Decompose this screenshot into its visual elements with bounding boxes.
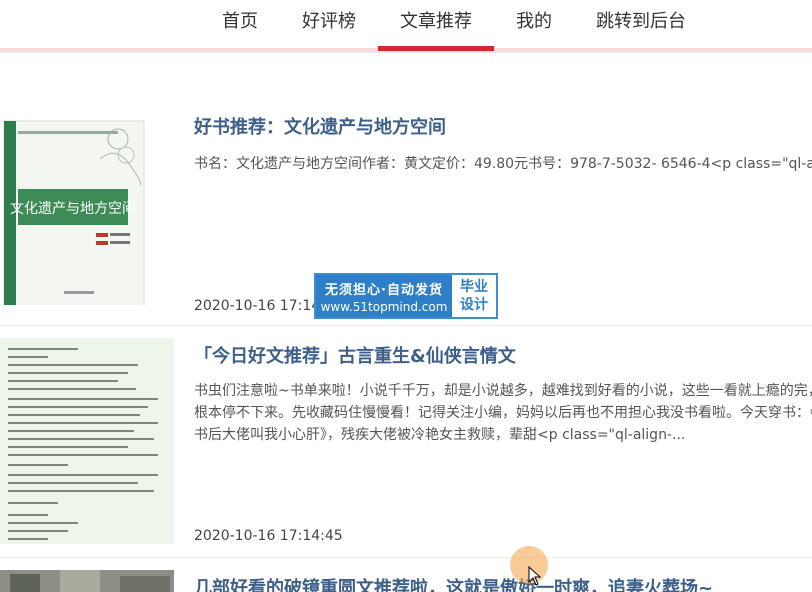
article-summary: 书名：文化遗产与地方空间作者：黄文定价：49.80元书号：978-7-5032-…: [194, 156, 812, 172]
article-title[interactable]: 「今日好文推荐」古言重生&仙侠言情文: [194, 342, 516, 368]
watermark-slogan: 无须担心·自动发货: [325, 282, 443, 298]
article-item[interactable]: 几部好看的破镜重圆文推荐啦，这就是傲娇一时爽，追妻火葬场~: [0, 558, 812, 592]
article-title[interactable]: 好书推荐：文化遗产与地方空间: [194, 113, 446, 139]
mouse-cursor-icon: [528, 566, 542, 586]
watermark-word-2: 设计: [460, 297, 488, 313]
article-thumbnail[interactable]: [0, 338, 174, 544]
nav-item-home[interactable]: 首页: [200, 0, 280, 44]
article-list: 文化遗产与地方空间 好书推荐：文化遗产与地方空间 书名：文化遗产与地方空间作者：…: [0, 53, 812, 592]
article-summary: 书虫们注意啦~书单来啦！小说千千万，却是小说越多，越难找到好看的小说，这些一看就…: [194, 383, 812, 443]
book-cover-title: 文化遗产与地方空间: [10, 201, 136, 217]
watermark-left: 无须担心·自动发货 www.51topmind.com: [316, 275, 452, 317]
watermark-word-1: 毕业: [460, 279, 488, 295]
nav-item-article-recommend[interactable]: 文章推荐: [378, 0, 494, 52]
watermark-url: www.51topmind.com: [320, 299, 448, 314]
article-item[interactable]: 「今日好文推荐」古言重生&仙侠言情文 书虫们注意啦~书单来啦！小说千千万，却是小…: [0, 326, 812, 558]
article-thumbnail[interactable]: 文化遗产与地方空间: [0, 115, 174, 305]
nav-item-admin[interactable]: 跳转到后台: [574, 0, 708, 44]
top-navbar: 首页 好评榜 文章推荐 我的 跳转到后台: [0, 0, 812, 53]
nav-item-mine[interactable]: 我的: [494, 0, 574, 44]
article-date: 2020-10-16 17:14:45: [194, 528, 343, 544]
article-thumbnail[interactable]: [0, 570, 174, 592]
article-title[interactable]: 几部好看的破镜重圆文推荐啦，这就是傲娇一时爽，追妻火葬场~: [194, 574, 713, 592]
nav-item-top-rated[interactable]: 好评榜: [280, 0, 378, 44]
watermark-banner: 无须担心·自动发货 www.51topmind.com 毕业 设计: [314, 273, 498, 319]
watermark-right: 毕业 设计: [452, 275, 496, 317]
nav-menu: 首页 好评榜 文章推荐 我的 跳转到后台: [200, 0, 708, 52]
